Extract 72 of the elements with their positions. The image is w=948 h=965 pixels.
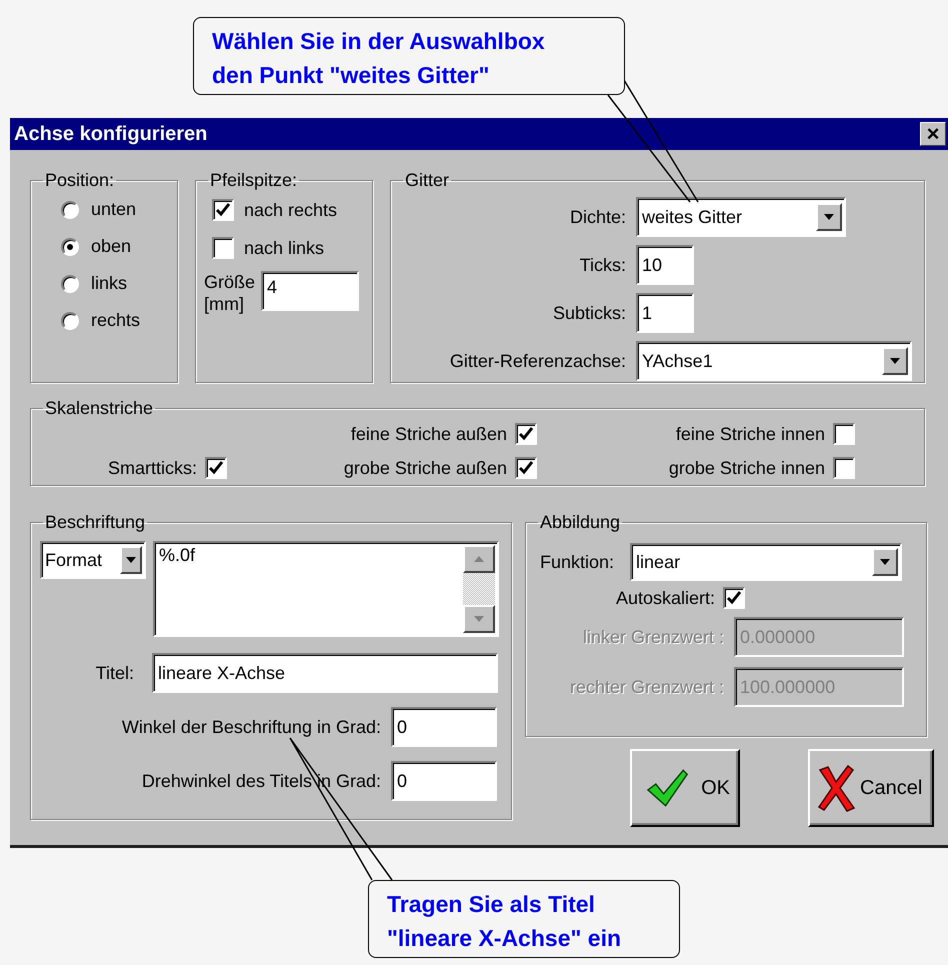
title-field[interactable]: lineare X-Achse	[152, 653, 498, 693]
window-title: Achse konfigurieren	[14, 122, 208, 146]
option-label: links	[91, 273, 128, 294]
callout-text: Wählen Sie in der Auswahlbox den Punkt "weites Gitter"	[193, 17, 625, 95]
option-label: rechts	[91, 310, 140, 331]
option-label: feine Striche außen	[350, 424, 508, 444]
field-label: Dichte:	[568, 206, 626, 228]
radio-button[interactable]	[61, 200, 79, 218]
up-arrow-icon	[473, 555, 485, 563]
dropdown-arrow-button[interactable]	[120, 546, 142, 574]
group-title: Beschriftung	[44, 512, 146, 533]
format-text: %.0f	[159, 545, 196, 566]
field-label: rechter Grenzwert :	[568, 676, 724, 698]
option-label: grobe Striche innen	[668, 458, 826, 478]
group-title: Position:	[44, 170, 116, 191]
dropdown-arrow-button[interactable]	[882, 347, 908, 375]
group-title: Skalenstriche	[44, 398, 154, 419]
option-label: Smartticks:	[106, 458, 198, 478]
option-label: grobe Striche außen	[342, 458, 508, 478]
dropdown-arrow-button[interactable]	[872, 548, 898, 576]
field-label: Subticks:	[552, 302, 626, 324]
caret-icon	[889, 357, 901, 365]
dropdown-arrow-button[interactable]	[816, 203, 842, 231]
radio-button[interactable]	[61, 238, 79, 256]
option-label: unten	[91, 199, 136, 220]
group-title: Pfeilspitze:	[209, 170, 298, 191]
group-title: Abbildung	[539, 512, 622, 533]
checkbox[interactable]	[205, 457, 227, 479]
dropdown[interactable]: weites Gitter	[636, 197, 846, 237]
caret-icon	[125, 556, 137, 564]
input-field[interactable]: 10	[636, 245, 694, 285]
input-field[interactable]: 1	[636, 293, 694, 333]
scroll-down-button[interactable]	[463, 605, 495, 633]
checkbox[interactable]	[515, 457, 537, 479]
caret-icon	[823, 213, 835, 221]
ok-button[interactable]: OK	[630, 749, 740, 827]
size-field[interactable]: 4	[261, 271, 360, 311]
checkbox[interactable]	[212, 199, 234, 221]
dropdown[interactable]: YAchse1	[636, 341, 912, 381]
checkbox[interactable]	[212, 237, 234, 259]
option-label: feine Striche innen	[674, 424, 826, 444]
down-arrow-icon	[473, 615, 485, 623]
option-label: nach rechts	[244, 200, 338, 220]
caret-icon	[879, 558, 892, 566]
radio-button[interactable]	[61, 274, 79, 292]
function-dropdown[interactable]: linear	[630, 543, 902, 581]
field-label: Ticks:	[578, 254, 626, 276]
option-label: oben	[91, 236, 132, 257]
callout-text: Tragen Sie als Titel "lineare X-Achse" ein	[368, 880, 680, 958]
field-label: Gitter-Referenzachse:	[448, 350, 626, 372]
cancel-button[interactable]: Cancel	[808, 749, 934, 827]
checkbox[interactable]	[515, 423, 537, 445]
option-label: Autoskaliert:	[616, 588, 716, 608]
field-label: linker Grenzwert :	[582, 626, 724, 648]
checkbox[interactable]	[723, 587, 746, 609]
cross-icon	[816, 764, 856, 812]
field-label: Titel:	[94, 662, 134, 684]
size-label: Größe [mm]	[204, 271, 256, 315]
field-label: Winkel der Beschriftung in Grad:	[120, 716, 381, 738]
close-button[interactable]: ×	[920, 122, 946, 146]
field-label: Funktion:	[540, 552, 614, 572]
checkbox[interactable]	[833, 457, 855, 479]
format-dropdown[interactable]: Format	[40, 541, 146, 579]
angle-field[interactable]: 0	[391, 707, 497, 747]
angle-field[interactable]: 0	[391, 761, 497, 801]
option-label: nach links	[244, 238, 324, 258]
format-text-area[interactable]: %.0f	[153, 541, 499, 637]
group-title: Gitter	[404, 170, 450, 191]
scrollbar-track[interactable]	[463, 573, 495, 605]
radio-button[interactable]	[61, 312, 79, 330]
checkbox[interactable]	[833, 423, 855, 445]
scroll-up-button[interactable]	[463, 545, 495, 573]
